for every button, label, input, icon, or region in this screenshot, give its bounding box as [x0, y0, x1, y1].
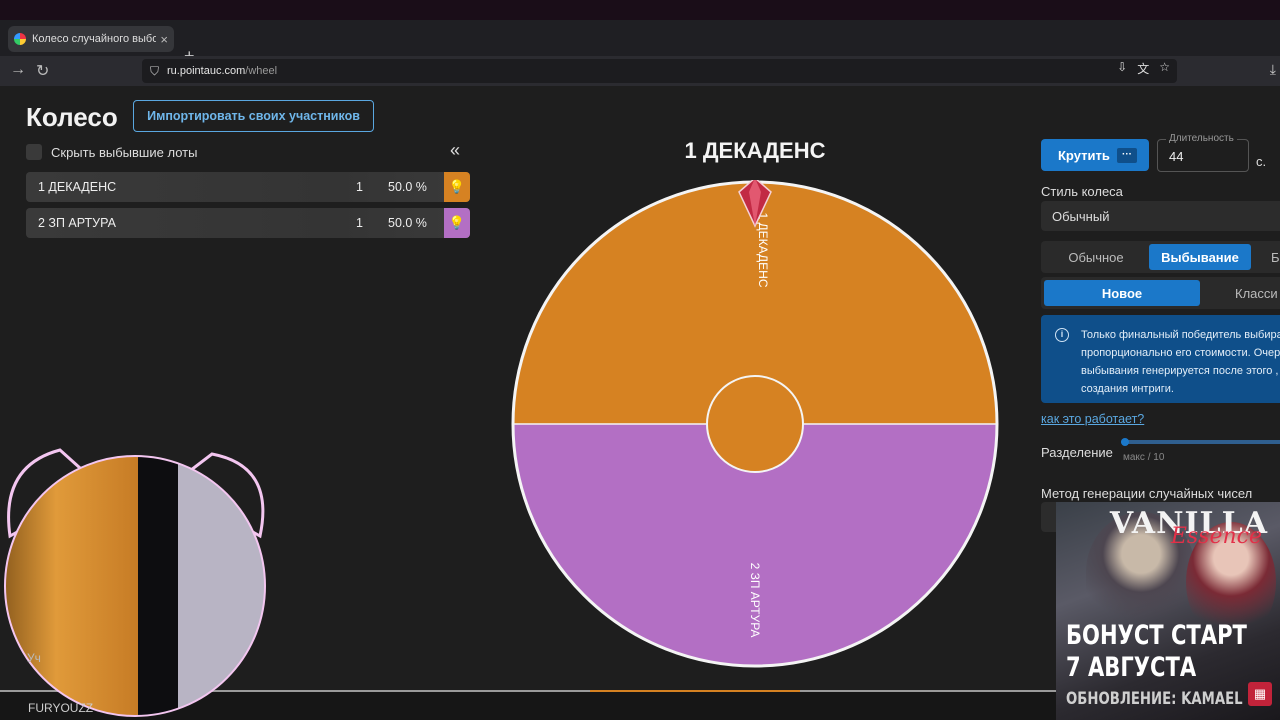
lot-name: 2 ЗП АРТУРА: [38, 216, 116, 230]
split-label: Разделение: [1041, 445, 1113, 460]
tab-title: Колесо случайного выбора –: [32, 33, 157, 45]
ad-brand-script: Essence: [1170, 524, 1262, 549]
split-hint: макс / 10: [1123, 452, 1165, 463]
lot-name: 1 ДЕКАДЕНС: [38, 180, 117, 194]
spin-button[interactable]: Крутить ···: [1041, 139, 1149, 171]
forward-arrow-icon[interactable]: →: [10, 61, 26, 79]
hide-eliminated-label: Скрыть выбывшие лоты: [51, 144, 198, 160]
hide-eliminated-checkbox[interactable]: [26, 144, 42, 160]
webcam-partial-text: Уч: [27, 651, 41, 665]
lot-row[interactable]: 2 ЗП АРТУРА 1 50.0 % 💡: [26, 208, 470, 238]
info-callout: i Только финальный победитель выбира про…: [1041, 315, 1280, 403]
install-app-icon[interactable]: ⇩: [1117, 60, 1127, 77]
window-top-strip: [0, 0, 1280, 20]
streamer-name: FURYOUZZ: [28, 701, 94, 715]
tab-bar: Колесо случайного выбора – × + ⌄: [0, 20, 1280, 66]
how-it-works-link[interactable]: как это работает?: [1041, 412, 1144, 426]
info-line: выбывания генерируется после этого ,: [1081, 365, 1279, 377]
duration-input[interactable]: Длительность 44: [1157, 133, 1249, 172]
wheel[interactable]: 1 ДЕКАДЕНС 2 ЗП АРТУРА: [511, 180, 999, 668]
import-participants-button[interactable]: Импортировать своих участников: [133, 100, 374, 132]
duration-unit: с.: [1256, 154, 1267, 169]
address-bar[interactable]: ⛉ ru.pointauc.com /wheel: [142, 59, 1177, 83]
variant-toggle-group: Новое Класси: [1041, 277, 1280, 309]
ad-line-1: БОНУСТ СТАРТ: [1066, 620, 1247, 651]
mode-option-normal[interactable]: Обычное: [1044, 244, 1148, 270]
ad-line-2: 7 АВГУСТА: [1066, 652, 1197, 683]
rng-method-label: Метод генерации случайных чисел: [1041, 486, 1253, 501]
translate-icon[interactable]: 文: [1137, 60, 1149, 77]
wheel-favicon-icon: [14, 33, 26, 45]
info-icon: i: [1055, 328, 1069, 342]
collapse-panel-icon[interactable]: «: [450, 140, 460, 161]
info-line: Только финальный победитель выбира: [1081, 329, 1280, 341]
mode-toggle-group: Обычное Выбывание Б: [1041, 241, 1280, 273]
spin-options-icon[interactable]: ···: [1117, 148, 1137, 163]
mode-option-third[interactable]: Б: [1257, 244, 1280, 270]
info-line: пропорционально его стоимости. Очер: [1081, 347, 1280, 359]
wheel-winner-title: 1 ДЕКАДЕНС: [684, 138, 826, 163]
lot-amount: 1: [356, 216, 363, 230]
duration-label: Длительность: [1166, 133, 1237, 144]
lot-percent: 50.0 %: [388, 216, 427, 230]
navigation-bar: → ↻ ⛉ ru.pointauc.com /wheel ⇩ 文 ☆ ⤓: [0, 56, 1280, 86]
hide-eliminated-row[interactable]: Скрыть выбывшие лоты: [26, 144, 197, 160]
lot-color-bulb-icon[interactable]: 💡: [444, 172, 470, 202]
tab-active[interactable]: Колесо случайного выбора – ×: [8, 26, 174, 52]
wheel-style-select[interactable]: Обычный: [1041, 201, 1280, 231]
info-line: создания интриги.: [1081, 383, 1174, 395]
calendar-icon: ▦: [1248, 682, 1272, 706]
bookmark-star-icon[interactable]: ☆: [1159, 60, 1170, 77]
lot-row[interactable]: 1 ДЕКАДЕНС 1 50.0 % 💡: [26, 172, 470, 202]
variant-option-classic[interactable]: Класси: [1207, 280, 1280, 306]
url-host: ru.pointauc.com: [167, 65, 246, 77]
split-slider-handle[interactable]: [1121, 438, 1129, 446]
duration-value[interactable]: 44: [1169, 149, 1183, 164]
tab-close-icon[interactable]: ×: [160, 32, 168, 47]
wheel-segment-1-label: 1 ДЕКАДЕНС: [756, 213, 770, 288]
wheel-hub: [706, 375, 804, 473]
ad-banner[interactable]: VANILLA Essence БОНУСТ СТАРТ 7 АВГУСТА О…: [1056, 502, 1280, 720]
split-slider-track[interactable]: [1121, 440, 1280, 444]
lot-amount: 1: [356, 180, 363, 194]
downloads-icon[interactable]: ⤓: [1270, 61, 1276, 78]
url-path: /wheel: [245, 65, 278, 77]
lot-percent: 50.0 %: [388, 180, 427, 194]
variant-option-new[interactable]: Новое: [1044, 280, 1200, 306]
lot-color-bulb-icon[interactable]: 💡: [444, 208, 470, 238]
wheel-style-label: Стиль колеса: [1041, 184, 1123, 199]
spin-button-label: Крутить: [1058, 147, 1110, 163]
wheel-segment-2-label: 2 ЗП АРТУРА: [748, 563, 762, 638]
site-shield-icon[interactable]: ⛉: [150, 64, 159, 79]
ad-line-3: ОБНОВЛЕНИЕ: KAMAEL: [1066, 689, 1243, 709]
page-title: Колесо: [26, 102, 118, 132]
mode-option-elimination[interactable]: Выбывание: [1149, 244, 1251, 270]
reload-icon[interactable]: ↻: [36, 61, 49, 81]
webcam-overlay: [4, 448, 266, 717]
